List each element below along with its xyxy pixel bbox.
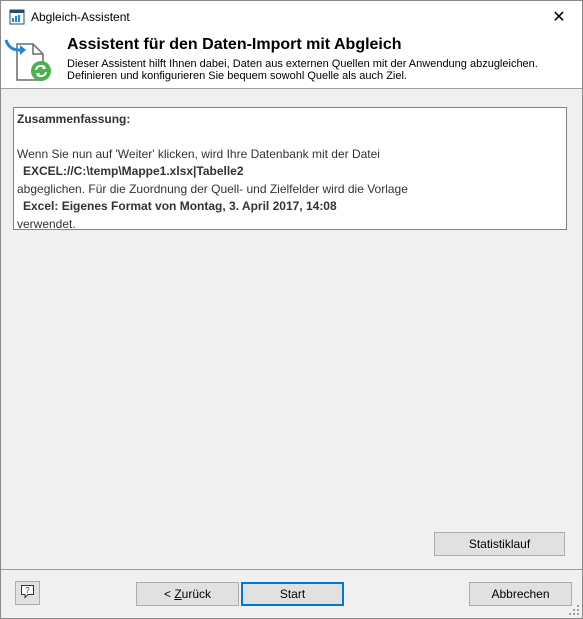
start-button[interactable]: Start (241, 582, 344, 606)
wizard-header: Assistent für den Daten-Import mit Abgle… (1, 32, 582, 89)
summary-line-2: abgeglichen. Für die Zuordnung der Quell… (17, 181, 408, 196)
summary-line-3: verwendet. (17, 216, 76, 231)
summary-box: Zusammenfassung: Wenn Sie nun auf 'Weite… (13, 107, 567, 231)
back-button[interactable]: < Zurück (136, 582, 239, 606)
window-title: Abgleich-Assistent (31, 10, 130, 24)
statistics-run-button[interactable]: Statistiklauf (434, 532, 565, 556)
close-button[interactable]: ✕ (536, 1, 582, 32)
summary-template-name: Excel: Eigenes Format von Montag, 3. Apr… (23, 199, 337, 214)
page-description: Dieser Assistent hilft Ihnen dabei, Date… (67, 58, 538, 82)
title-bar[interactable]: Abgleich-Assistent ✕ (1, 1, 582, 32)
help-icon: ? (20, 584, 35, 602)
summary-source-path: EXCEL://C:\temp\Mappe1.xlsx|Tabelle2 (23, 164, 244, 179)
summary-heading: Zusammenfassung: (17, 112, 131, 126)
resize-grip-icon[interactable] (568, 604, 580, 616)
app-icon (9, 9, 25, 25)
footer-divider (1, 569, 582, 570)
summary-line-1: Wenn Sie nun auf 'Weiter' klicken, wird … (17, 146, 380, 161)
back-button-label: urück (181, 587, 212, 601)
help-button[interactable]: ? (15, 581, 40, 605)
back-button-accelerator: Z (174, 587, 182, 601)
svg-text:?: ? (25, 586, 30, 595)
back-button-prefix: < (163, 587, 175, 601)
import-sync-icon (3, 34, 53, 84)
cancel-button[interactable]: Abbrechen (469, 582, 572, 606)
page-title: Assistent für den Daten-Import mit Abgle… (67, 36, 402, 53)
wizard-window: Abgleich-Assistent ✕ Assistent für den D… (0, 0, 583, 619)
